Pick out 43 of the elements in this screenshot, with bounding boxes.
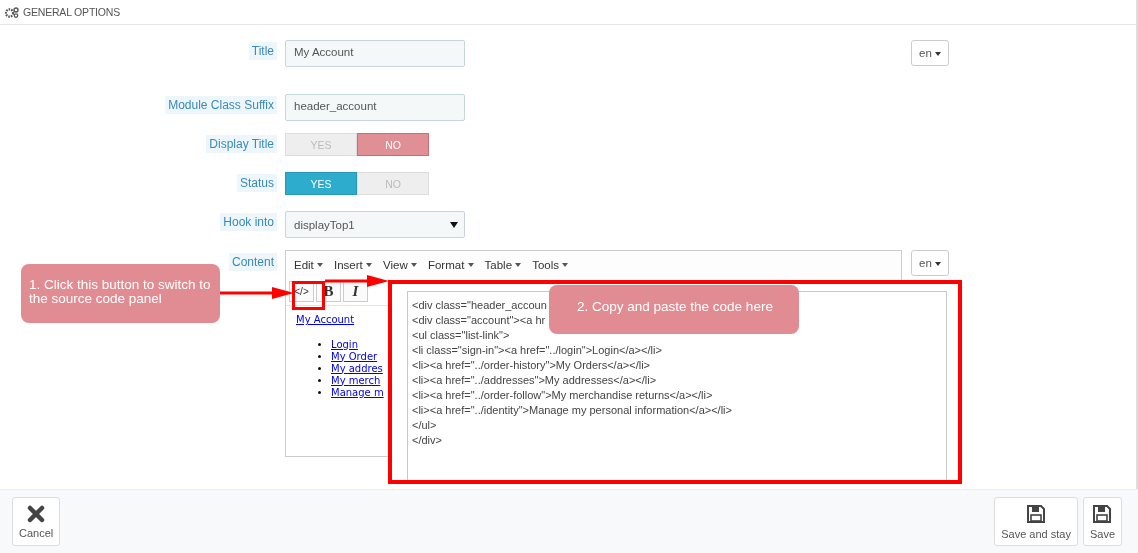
text-field[interactable]: header_account [285,94,465,121]
code-line: <li class="sign-in"><a href="../login">Login</a></li> [412,343,662,358]
section-title: GENERAL OPTIONS [23,6,120,18]
menu-item[interactable]: View [383,258,417,271]
highlight-square [292,281,325,310]
callout: 2. Copy and paste the code here [549,285,799,334]
caret-icon [450,221,458,228]
code-line: <ul class="list-link"> [412,328,510,343]
code-line: </ul> [412,418,437,433]
preview-link[interactable]: My Account [296,314,355,325]
code-line: <li><a href="../addresses">My addresses</a></li> [412,373,657,388]
field-label: Content [228,253,277,271]
menu-item[interactable]: Insert [334,258,372,271]
footer-button[interactable]: Save and stay [994,497,1078,546]
menu-item[interactable]: Format [427,258,474,271]
menu-item[interactable]: Edit [294,258,323,271]
code-line: <div class="account"><a hr [412,313,546,328]
text-field[interactable]: My Account [285,40,465,67]
preview-link[interactable]: My Order [331,350,378,362]
preview-link[interactable]: Manage m [331,386,384,398]
code-line: <div class="header_accoun [412,298,547,313]
code-line: <li><a href="../identity">Manage my personal information</a></li> [412,403,732,418]
code-line: <li><a href="../order-follow">My merchandise returns</a></li> [412,388,713,403]
field-label: Hook into [220,213,277,231]
field-label: Module Class Suffix [165,96,277,114]
footer-button[interactable]: Cancel [12,497,61,546]
callout: 1. Click this button to switch to the source code panel [21,264,220,323]
gears-icon [5,6,19,18]
menu-item[interactable]: Tools [532,258,569,271]
field-label: Display Title [206,135,277,153]
dropdown[interactable]: displayTop1 [285,211,465,238]
field-label: Status [236,174,277,192]
field-label: Title [248,42,277,60]
language-dropdown[interactable]: en [911,250,949,276]
language-dropdown[interactable]: en [911,40,949,66]
menu-item[interactable]: Table [484,258,522,271]
preview-link[interactable]: Login [331,338,358,350]
preview-link[interactable]: My merch [331,374,381,386]
code-line: </div> [412,433,442,448]
close-icon [27,504,46,523]
code-line: <li><a href="../order-history">My Orders</a></li> [412,358,650,373]
preview-link[interactable]: My addres [331,362,383,374]
footer-button[interactable]: Save [1082,497,1122,546]
